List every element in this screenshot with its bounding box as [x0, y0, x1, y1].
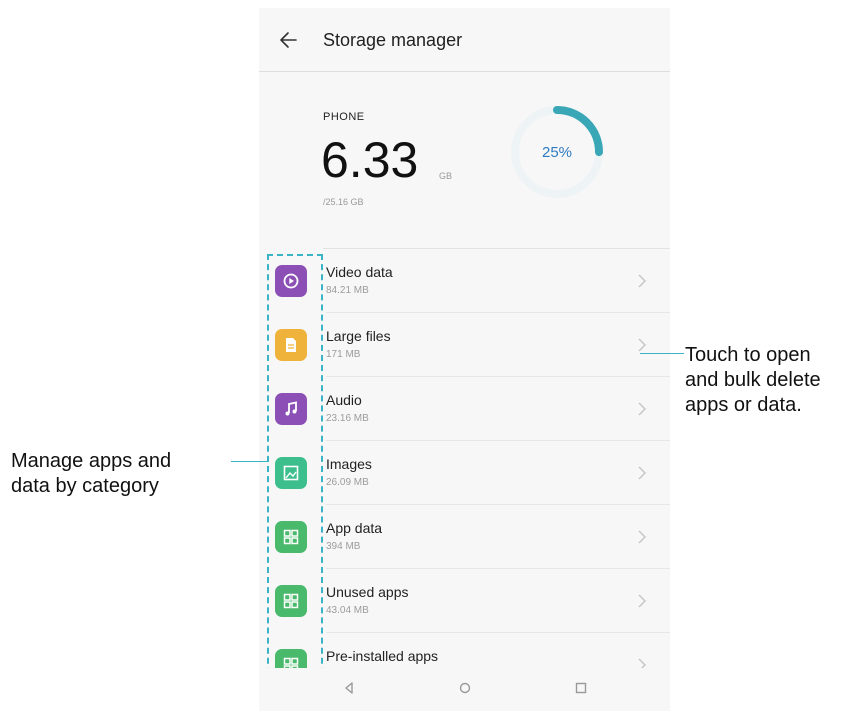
nav-home-icon[interactable]: [457, 680, 473, 696]
right-callout-leader: [640, 353, 684, 354]
back-arrow-icon[interactable]: [279, 31, 297, 49]
category-size: 43.04 MB: [326, 605, 369, 616]
category-size: 171 MB: [326, 349, 361, 360]
navigation-bar: [259, 668, 670, 711]
left-callout-line2: data by category: [11, 475, 159, 497]
chevron-right-icon: [638, 466, 646, 480]
category-title: Unused apps: [326, 584, 409, 600]
used-storage-unit: GB: [439, 171, 453, 181]
chevron-right-icon: [638, 274, 646, 288]
right-callout-line3: apps or data.: [685, 394, 802, 416]
chevron-right-icon: [638, 594, 646, 608]
chevron-right-icon: [638, 402, 646, 416]
category-size: 23.16 MB: [326, 413, 369, 424]
category-title: App data: [326, 520, 383, 536]
category-icons-highlight: [267, 254, 323, 684]
usage-percent: 25%: [541, 143, 573, 161]
category-size: 84.21 MB: [326, 285, 369, 296]
phone-screen: Storage manager PHONE 6.33 GB /25.16 GB …: [259, 8, 670, 711]
right-callout-line2: and bulk delete: [685, 369, 821, 391]
nav-back-icon[interactable]: [341, 680, 357, 696]
right-callout-line1: Touch to open: [685, 344, 811, 366]
nav-recents-icon[interactable]: [573, 680, 589, 696]
total-storage-value: /25.16 GB: [323, 197, 364, 207]
chevron-right-icon: [638, 530, 646, 544]
category-title: Pre-installed apps: [326, 648, 439, 664]
category-title: Video data: [326, 264, 393, 280]
used-storage-value: 6.33: [321, 132, 419, 188]
storage-label: PHONE: [323, 111, 365, 123]
header-divider: [259, 71, 670, 72]
category-size: 394 MB: [326, 541, 361, 552]
category-title: Audio: [326, 392, 362, 408]
left-callout-line1: Manage apps and: [11, 450, 172, 472]
left-callout-leader: [231, 461, 269, 462]
category-title: Large files: [326, 328, 391, 344]
page-title: Storage manager: [323, 30, 463, 50]
chevron-right-icon: [638, 338, 646, 352]
category-title: Images: [326, 456, 372, 472]
app-header: Storage manager: [259, 8, 670, 72]
category-size: 26.09 MB: [326, 477, 369, 488]
